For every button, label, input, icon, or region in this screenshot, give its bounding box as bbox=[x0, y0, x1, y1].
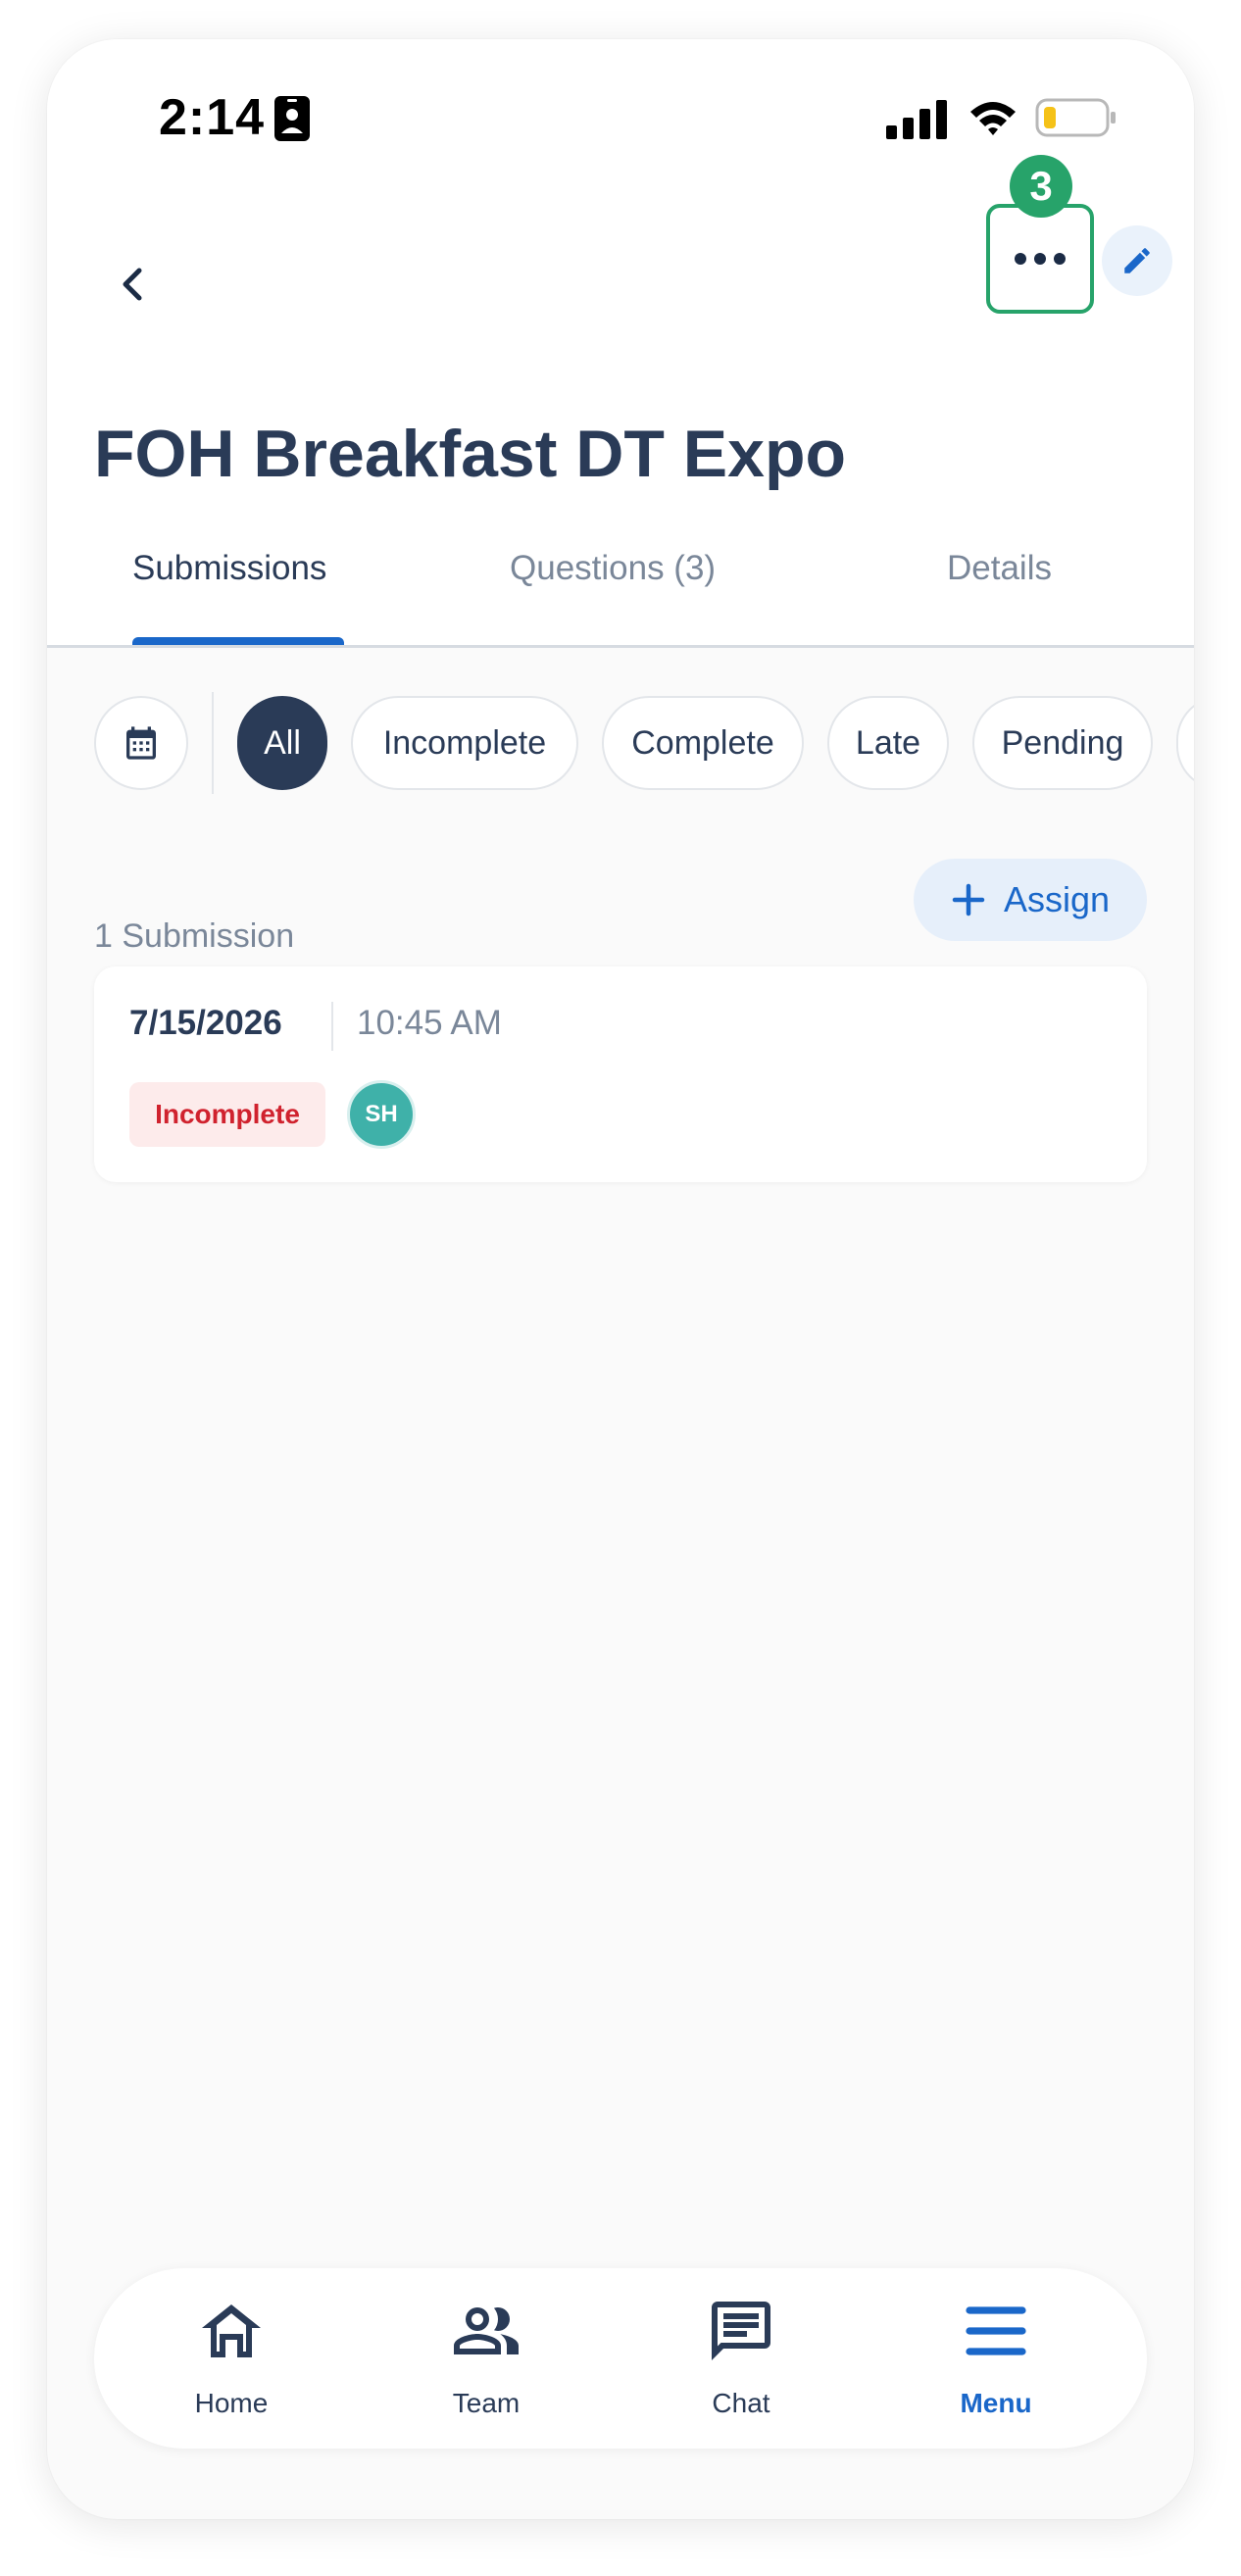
status-badge: Incomplete bbox=[129, 1082, 325, 1147]
edit-button[interactable] bbox=[1102, 225, 1172, 296]
filter-pending[interactable]: Pending bbox=[972, 696, 1153, 790]
back-button[interactable] bbox=[94, 245, 173, 323]
tab-questions[interactable]: Questions (3) bbox=[510, 549, 716, 588]
chat-icon bbox=[712, 2302, 770, 2360]
nav-chat[interactable]: Chat bbox=[643, 2268, 839, 2449]
date-time-separator bbox=[331, 1002, 333, 1051]
signal-icon bbox=[886, 100, 947, 139]
tab-divider bbox=[47, 645, 1194, 648]
nav-chat-label: Chat bbox=[712, 2388, 770, 2418]
nav-team[interactable]: Team bbox=[388, 2268, 584, 2449]
filter-more[interactable] bbox=[1176, 696, 1194, 790]
phone-screen: 2:14 3 FOH Breakfast DT Expo Submissions… bbox=[47, 39, 1194, 2519]
tab-submissions[interactable]: Submissions bbox=[132, 549, 326, 588]
assign-button[interactable]: Assign bbox=[914, 859, 1147, 941]
submission-date: 7/15/2026 bbox=[129, 1004, 282, 1042]
status-time: 2:14 bbox=[159, 89, 266, 146]
page-title: FOH Breakfast DT Expo bbox=[94, 417, 847, 491]
filter-complete[interactable]: Complete bbox=[602, 696, 804, 790]
filter-all[interactable]: All bbox=[237, 696, 327, 790]
team-icon bbox=[454, 2307, 519, 2354]
plus-icon bbox=[952, 883, 985, 916]
pencil-icon bbox=[1124, 248, 1150, 273]
more-options-button[interactable] bbox=[986, 204, 1094, 314]
home-icon bbox=[202, 2304, 261, 2357]
bottom-nav: Home Team Chat Menu bbox=[94, 2268, 1147, 2449]
submission-card[interactable]: 7/15/2026 10:45 AM Incomplete SH bbox=[94, 966, 1147, 1182]
assign-label: Assign bbox=[1003, 879, 1111, 919]
battery-icon bbox=[1035, 98, 1116, 137]
submission-count: 1 Submission bbox=[94, 917, 295, 955]
chevron-left-icon bbox=[123, 268, 142, 301]
tab-details[interactable]: Details bbox=[947, 549, 1052, 588]
menu-icon bbox=[966, 2306, 1026, 2355]
nav-team-label: Team bbox=[452, 2388, 521, 2418]
avatar: SH bbox=[347, 1080, 416, 1149]
filter-late[interactable]: Late bbox=[827, 696, 949, 790]
nav-menu-label: Menu bbox=[960, 2388, 1032, 2418]
filter-separator bbox=[212, 692, 214, 794]
id-badge-icon bbox=[274, 96, 310, 141]
submission-time: 10:45 AM bbox=[357, 1004, 502, 1042]
nav-home[interactable]: Home bbox=[133, 2268, 329, 2449]
nav-menu[interactable]: Menu bbox=[898, 2268, 1094, 2449]
filter-incomplete[interactable]: Incomplete bbox=[351, 696, 578, 790]
nav-home-label: Home bbox=[194, 2388, 269, 2418]
step-badge: 3 bbox=[1010, 155, 1072, 218]
more-horizontal-icon bbox=[1015, 253, 1066, 265]
wifi-icon bbox=[970, 102, 1016, 135]
calendar-icon bbox=[126, 726, 156, 760]
date-filter-button[interactable] bbox=[94, 696, 188, 790]
